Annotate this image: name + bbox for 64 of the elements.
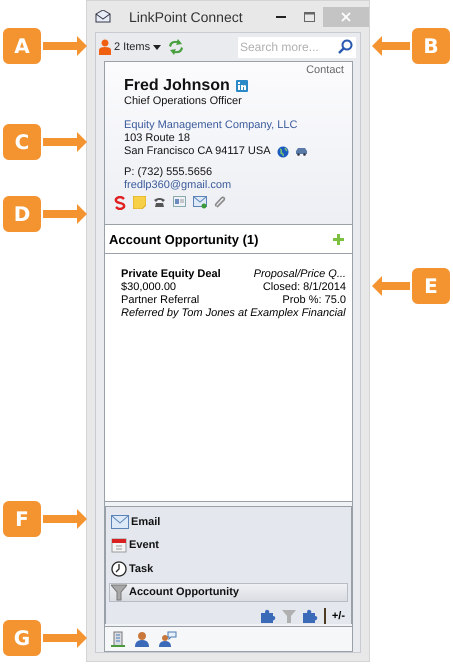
globe-icon[interactable] [276,146,289,158]
close-icon [341,12,351,22]
s-logo-icon[interactable] [114,196,126,210]
contact-card-icon[interactable] [173,196,186,207]
person-icon [99,39,111,55]
puzzle-icon[interactable] [260,608,276,624]
nav-item[interactable]: Account Opportunity [109,582,348,602]
person-chat-icon[interactable] [159,631,177,647]
minimize-icon [276,16,286,18]
search-field[interactable]: Search more... [238,36,356,58]
arrow-icon [43,36,87,56]
envelope-icon [111,514,129,529]
email-icon[interactable] [193,196,207,209]
puzzle-icon[interactable] [302,608,318,624]
close-date: Closed: 8/1/2014 [262,281,346,294]
caret-icon [153,44,162,50]
toggle-button[interactable]: +/- [332,610,345,622]
car-icon[interactable] [294,147,308,156]
callout-badge: G [3,620,41,656]
opportunity-note: Referred by Tom Jones at Examplex Financial [121,307,346,320]
phone-number: P: (732) 555.5656 [124,166,214,179]
section-title: Account Opportunity (1) [109,232,258,246]
search-icon[interactable] [337,38,353,54]
callout-badge: D [3,196,41,232]
callout-badge: C [3,124,41,160]
opportunity-stage: Proposal/Price Q... [254,268,346,281]
calendar-icon [111,537,127,554]
nav-item[interactable]: Event [109,536,348,555]
callout-badge: A [3,28,41,64]
arrow-icon [372,36,410,56]
paperclip-icon[interactable] [214,196,226,209]
envelope-icon [95,10,111,23]
phone-icon[interactable] [153,196,166,208]
maximize-icon [304,12,314,22]
building-icon[interactable] [111,631,125,647]
arrow-icon [43,204,87,224]
add-icon[interactable] [333,234,344,244]
linkedin-icon[interactable] [236,80,248,92]
email-link[interactable]: fredlp360@gmail.com [124,179,232,192]
nav-item[interactable]: Email [109,512,348,532]
window-title: LinkPoint Connect [129,8,244,24]
funnel-icon [111,584,127,601]
record-type-label: Contact [306,64,344,77]
arrow-icon [43,628,87,648]
address-line: 103 Route 18 [124,132,192,145]
company-link[interactable]: Equity Management Company, LLC [124,119,298,132]
job-title: Chief Operations Officer [124,95,243,108]
items-dropdown[interactable]: 2 Items [99,39,162,55]
nav-item[interactable]: Task [109,559,348,578]
refresh-button[interactable] [167,39,186,55]
arrow-icon [43,132,87,152]
opportunity-name: Private Equity Deal [121,268,222,281]
callout-badge: F [3,501,41,537]
contact-name: Fred Johnson [124,77,230,95]
arrow-icon [43,509,87,529]
address-line: San Francisco CA 94117 USA [124,145,271,158]
callout-badge: B [412,28,450,64]
person-icon[interactable] [134,631,150,647]
clock-icon [111,560,127,577]
probability: Prob %: 75.0 [281,294,346,307]
callout-badge: E [412,268,450,304]
lead-source: Partner Referral [121,294,200,307]
arrow-icon [372,276,410,296]
opportunity-amount: $30,000.00 [121,281,178,294]
